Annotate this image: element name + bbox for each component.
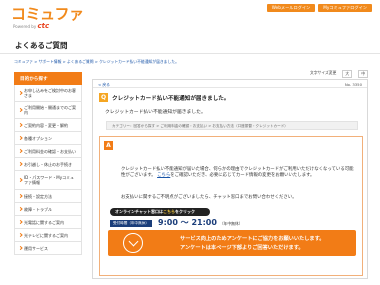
sidebar-item-label: 運用サービス [24,245,48,251]
page-title: よくあるご質問 [15,41,68,50]
answer-badge: A [104,141,113,150]
answer-paragraph-1: クレジットカード払い不能通知が届いた場合、何らかの理由でクレジットカードがご利用… [121,167,357,179]
sidebar-item-label: 接続・設定方法 [24,193,52,199]
logo-wordmark: コミュファ [11,5,84,23]
survey-banner[interactable]: サービス向上のためアンケートにご協力をお願いいたします。 アンケートは本ページ下… [108,230,356,256]
faq-number: No. 3350 [344,82,362,87]
sidebar-item-moving[interactable]: お引越し・休止のお手続き [14,158,82,171]
sidebar-item-start-guide[interactable]: ご利用開始・開通までのご案内 [14,102,82,119]
card-toolbar: < 戻る No. 3350 [93,80,367,88]
question-title: クレジットカード払い不能通知が届きました。 [112,95,230,102]
breadcrumb[interactable]: コミュファ > サポート情報 > よくあるご質問 > クレジットカード払い不能通… [14,59,179,65]
commufa-logo[interactable]: コミュファ Powered by ctc [11,6,84,30]
header-links: Webメールログイン Myコミュファログイン [266,4,372,12]
sidebar-item-billing[interactable]: ご利用料金の確認・お支払い [14,145,82,158]
chat-button-prefix: オンラインチャット窓口は [115,209,163,214]
sidebar-item-label: ご利用料金の確認・お支払い [24,148,76,154]
font-size-label: 文字サイズ変更 [309,70,337,75]
hours-note: （年中無休） [219,221,243,226]
font-size-large-button[interactable]: 大 [342,70,353,78]
sidebar-item-label: お申し込みをご検討中のお客さま [24,88,76,98]
sidebar-item-options[interactable]: 各種オプション [14,132,82,145]
sidebar-item-label: 光テレビに関するご案内 [24,232,68,238]
logo-tagline: Powered by ctc [13,22,84,30]
sidebar-item-label: 故障・トラブル [24,206,52,212]
hours-label: 受付時間（年中無休） [110,220,152,227]
sidebar-item-label: ご利用開始・開通までのご案内 [24,105,76,115]
mycommufa-login-button[interactable]: Myコミュファログイン [318,4,372,12]
answer-line-1-tail: をご確認いただき、必要に応じてカード情報の変更をお願いいたします。 [170,173,315,179]
back-link[interactable]: < 戻る [98,82,110,87]
category-path[interactable]: カテゴリー：回答から探す > ご利用料金の確認・お支払い > お支払い方法（口座… [106,121,358,130]
sidebar-item-tv[interactable]: 光テレビに関するご案内 [14,229,82,242]
sidebar-item-connection[interactable]: 接続・設定方法 [14,190,82,203]
font-size-medium-button[interactable]: 中 [358,70,368,78]
breadcrumb-trail[interactable]: コミュファ > サポート情報 > よくあるご質問 > クレジットカード払い不能通… [14,59,179,64]
sidebar-item-id-password[interactable]: ID・パスワード・Myコミュファ情報 [14,171,82,190]
sidebar-heading: 目的から探す [14,72,82,85]
logo-powered-text: Powered by [13,24,37,29]
hours-value: 9:00 ～ 21:00 [158,218,217,227]
chat-button-highlight: こちら [162,209,175,214]
site-header: コミュファ Powered by ctc Webメールログイン Myコミュファロ… [0,0,380,34]
survey-text: サービス向上のためアンケートにご協力をお願いいたします。 アンケートは本ページ下… [180,235,324,252]
sidebar-item-trouble[interactable]: 故障・トラブル [14,203,82,216]
survey-line-1: サービス向上のためアンケートにご協力をお願いいたします。 [180,236,325,242]
sidebar-item-label: 光電話に関するご案内 [24,219,64,225]
question-header: Q クレジットカード払い不能通知が届きました。 [99,93,229,102]
sidebar-item-label: ID・パスワード・Myコミュファ情報 [24,175,75,185]
arrow-down-circle-icon [123,233,143,253]
business-hours: 9:00 ～ 21:00 （年中無休） [158,217,243,228]
survey-line-2: アンケートは本ページ下部よりご回答いただけます。 [180,244,304,251]
sidebar-item-label: お引越し・休止のお手続き [24,161,72,167]
sidebar-item-operation[interactable]: 運用サービス [14,242,82,255]
sidebar: 目的から探す お申し込みをご検討中のお客さま ご利用開始・開通までのご案内 ご契… [14,72,82,255]
question-badge: Q [99,93,108,102]
chat-button-suffix: をクリック [174,209,195,214]
sidebar-item-label: ご契約内容・変更・解約 [24,122,68,128]
answer-link[interactable]: こちら [157,173,170,178]
answer-paragraph-2: お支払いに関するご不明点がございましたら、チャット窓口までお問い合わせください。 [121,195,297,200]
sidebar-item-label: 各種オプション [24,135,52,141]
question-body: クレジットカード払い不能通知が届きました。 [105,110,206,115]
sidebar-item-prospective[interactable]: お申し込みをご検討中のお客さま [14,85,82,102]
logo-brand-text: ctc [37,22,50,30]
sidebar-item-phone[interactable]: 光電話に関するご案内 [14,216,82,229]
page-title-bar: よくあるご質問 [0,34,380,54]
webmail-login-button[interactable]: Webメールログイン [266,4,316,12]
online-chat-button[interactable]: オンラインチャット窓口は こちら をクリック [110,208,210,216]
sidebar-item-contract[interactable]: ご契約内容・変更・解約 [14,119,82,132]
font-size-controls: 文字サイズ変更 大 中 [310,70,368,78]
